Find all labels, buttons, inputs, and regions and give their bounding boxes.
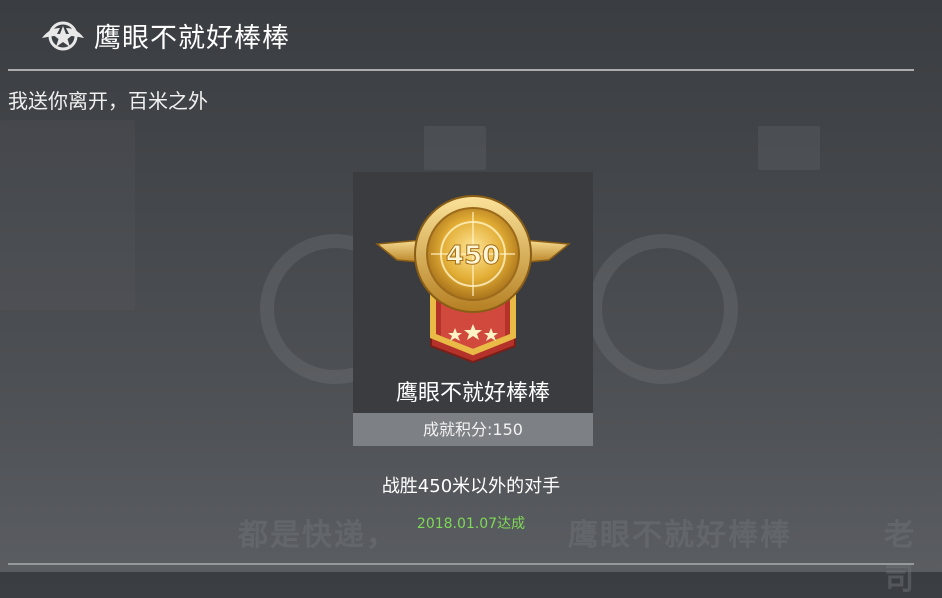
achieved-date: 2018.01.07达成	[416, 516, 526, 532]
ghost-panel-left	[0, 120, 135, 310]
achievement-quote: 我送你离开，百米之外	[8, 89, 208, 113]
footer-divider	[8, 563, 914, 565]
ghost-swap-button-right	[758, 126, 820, 170]
wings-star-icon	[42, 21, 84, 51]
ghost-swap-button-left	[424, 126, 486, 170]
achievement-score: 成就积分:150	[423, 420, 523, 439]
header-divider	[8, 69, 914, 71]
page-header: 鹰眼不就好棒棒	[0, 0, 942, 71]
medal-card[interactable]: 450 鹰眼不就好棒棒 成就积分:150	[353, 172, 593, 446]
achievement-score-bar: 成就积分:150	[353, 413, 593, 446]
medal-badge-icon: 450	[375, 195, 571, 364]
medal-number: 450	[446, 241, 500, 271]
page-title: 鹰眼不就好棒棒	[94, 23, 290, 54]
achievement-description: 战胜450米以外的对手	[381, 476, 561, 497]
medal-name: 鹰眼不就好棒棒	[395, 381, 550, 406]
ghost-medal-right	[588, 234, 738, 384]
